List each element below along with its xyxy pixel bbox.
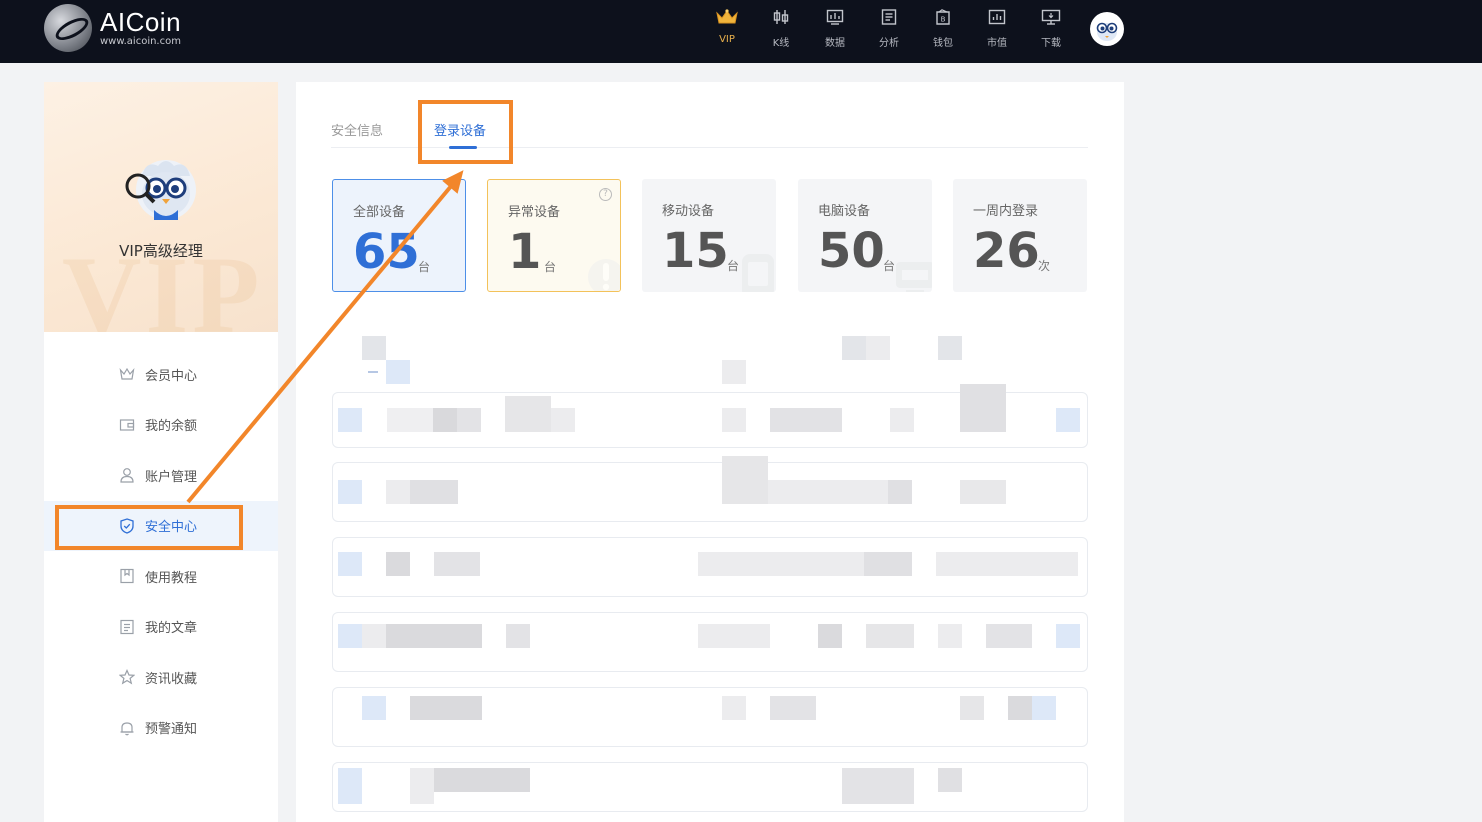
sidebar-item-balance[interactable]: 我的余额 xyxy=(44,400,278,451)
warning-exclamation-icon xyxy=(588,259,620,291)
security-main-panel: 安全信息 登录设备 全部设备 65 台 ? 异常设备 1 台 移动设备 15 台… xyxy=(296,82,1124,822)
stat-unit: 台 xyxy=(418,260,431,274)
sidebar-item-tutorial[interactable]: 使用教程 xyxy=(44,551,278,602)
desktop-monitor-icon xyxy=(896,262,932,292)
crown-icon xyxy=(715,6,739,28)
stat-label: 全部设备 xyxy=(353,205,406,220)
stat-value: 50 xyxy=(818,223,885,279)
sidebar-item-label: 我的文章 xyxy=(145,621,198,637)
sidebar-item-label: 我的余额 xyxy=(145,419,198,435)
market-cap-icon xyxy=(988,6,1006,28)
nav-item-download[interactable]: 下载 xyxy=(1024,6,1078,56)
help-question-icon[interactable]: ? xyxy=(599,188,612,201)
sidebar-item-favorites[interactable]: 资讯收藏 xyxy=(44,652,278,703)
sidebar-item-articles[interactable]: 我的文章 xyxy=(44,602,278,653)
nav-label: 市值 xyxy=(987,38,1007,49)
stat-card-computer-devices[interactable]: 电脑设备 50 台 xyxy=(798,179,932,292)
main-nav: VIP K线 数据 分析 B 钱包 市值 下载 xyxy=(700,6,1078,56)
stat-value: 65 xyxy=(353,224,420,280)
nav-item-vip[interactable]: VIP xyxy=(700,6,754,56)
bookmark-icon xyxy=(118,567,136,585)
stat-label: 一周内登录 xyxy=(973,204,1039,219)
bell-icon xyxy=(118,719,136,737)
sidebar-item-label: 会员中心 xyxy=(145,368,198,384)
nav-item-market-cap[interactable]: 市值 xyxy=(970,6,1024,56)
nav-label: 钱包 xyxy=(933,38,953,49)
profile-name: VIP高级经理 xyxy=(119,242,203,260)
stat-value: 15 xyxy=(662,223,729,279)
nav-label: 下载 xyxy=(1041,38,1061,49)
profile-panel: VIP VIP高级经理 xyxy=(44,82,278,332)
stat-label: 移动设备 xyxy=(662,204,715,219)
sidebar-item-label: 预警通知 xyxy=(145,722,198,738)
logo-title: AICoin xyxy=(100,7,182,37)
user-avatar[interactable] xyxy=(1090,12,1124,46)
stat-card-abnormal-devices[interactable]: ? 异常设备 1 台 xyxy=(487,179,621,292)
aicoin-logo-icon xyxy=(44,4,92,52)
owl-mascot-avatar xyxy=(125,160,196,220)
document-icon xyxy=(118,618,136,636)
sidebar-item-account[interactable]: 账户管理 xyxy=(44,450,278,501)
stat-card-weekly-logins[interactable]: 一周内登录 26 次 xyxy=(953,179,1087,292)
sidebar-item-label: 使用教程 xyxy=(145,570,198,586)
stat-unit: 台 xyxy=(544,260,557,274)
stat-label: 电脑设备 xyxy=(818,204,871,219)
stat-unit: 次 xyxy=(1038,259,1051,273)
nav-item-kline[interactable]: K线 xyxy=(754,6,808,56)
nav-label: K线 xyxy=(772,38,790,49)
wallet-icon xyxy=(118,416,136,434)
stat-label: 异常设备 xyxy=(508,205,561,220)
stat-value: 26 xyxy=(973,223,1040,279)
annotation-highlight-login-devices-tab xyxy=(418,100,513,164)
nav-item-wallet[interactable]: B 钱包 xyxy=(916,6,970,56)
annotation-highlight-security-center xyxy=(55,505,243,550)
stat-value: 1 xyxy=(508,224,542,280)
device-list-redacted xyxy=(332,332,1089,812)
sidebar-item-member-center[interactable]: 会员中心 xyxy=(44,349,278,400)
svg-text:B: B xyxy=(941,16,946,24)
download-monitor-icon xyxy=(1041,6,1061,28)
pixelation-mosaic xyxy=(338,336,1080,804)
tab-security-info[interactable]: 安全信息 xyxy=(331,120,383,139)
top-navigation-bar: AICoin www.aicoin.com VIP K线 数据 分析 B 钱包 … xyxy=(0,0,1482,63)
analysis-icon xyxy=(880,6,898,28)
nav-label: 数据 xyxy=(825,38,845,49)
nav-item-analysis[interactable]: 分析 xyxy=(862,6,916,56)
sidebar-item-label: 资讯收藏 xyxy=(145,671,198,687)
aicoin-logo[interactable]: AICoin www.aicoin.com xyxy=(44,4,181,52)
user-icon xyxy=(118,466,136,484)
candlestick-icon xyxy=(772,6,790,28)
nav-item-data[interactable]: 数据 xyxy=(808,6,862,56)
logo-url: www.aicoin.com xyxy=(100,36,181,47)
nav-label: VIP xyxy=(719,34,735,45)
wallet-icon: B xyxy=(934,6,952,28)
mobile-phone-icon xyxy=(742,254,774,292)
star-icon xyxy=(118,668,136,686)
stat-card-all-devices[interactable]: 全部设备 65 台 xyxy=(332,179,466,292)
owl-avatar-icon xyxy=(1093,15,1121,43)
sidebar-item-label: 账户管理 xyxy=(145,469,198,485)
crown-icon xyxy=(118,365,136,383)
data-chart-icon xyxy=(826,6,844,28)
sidebar-item-alerts[interactable]: 预警通知 xyxy=(44,703,278,754)
nav-label: 分析 xyxy=(879,38,899,49)
account-sidebar: VIP VIP高级经理 会员中心 我的余额 账户管理 安全中心 使用教程 我的文… xyxy=(44,82,278,822)
stat-card-mobile-devices[interactable]: 移动设备 15 台 xyxy=(642,179,776,292)
